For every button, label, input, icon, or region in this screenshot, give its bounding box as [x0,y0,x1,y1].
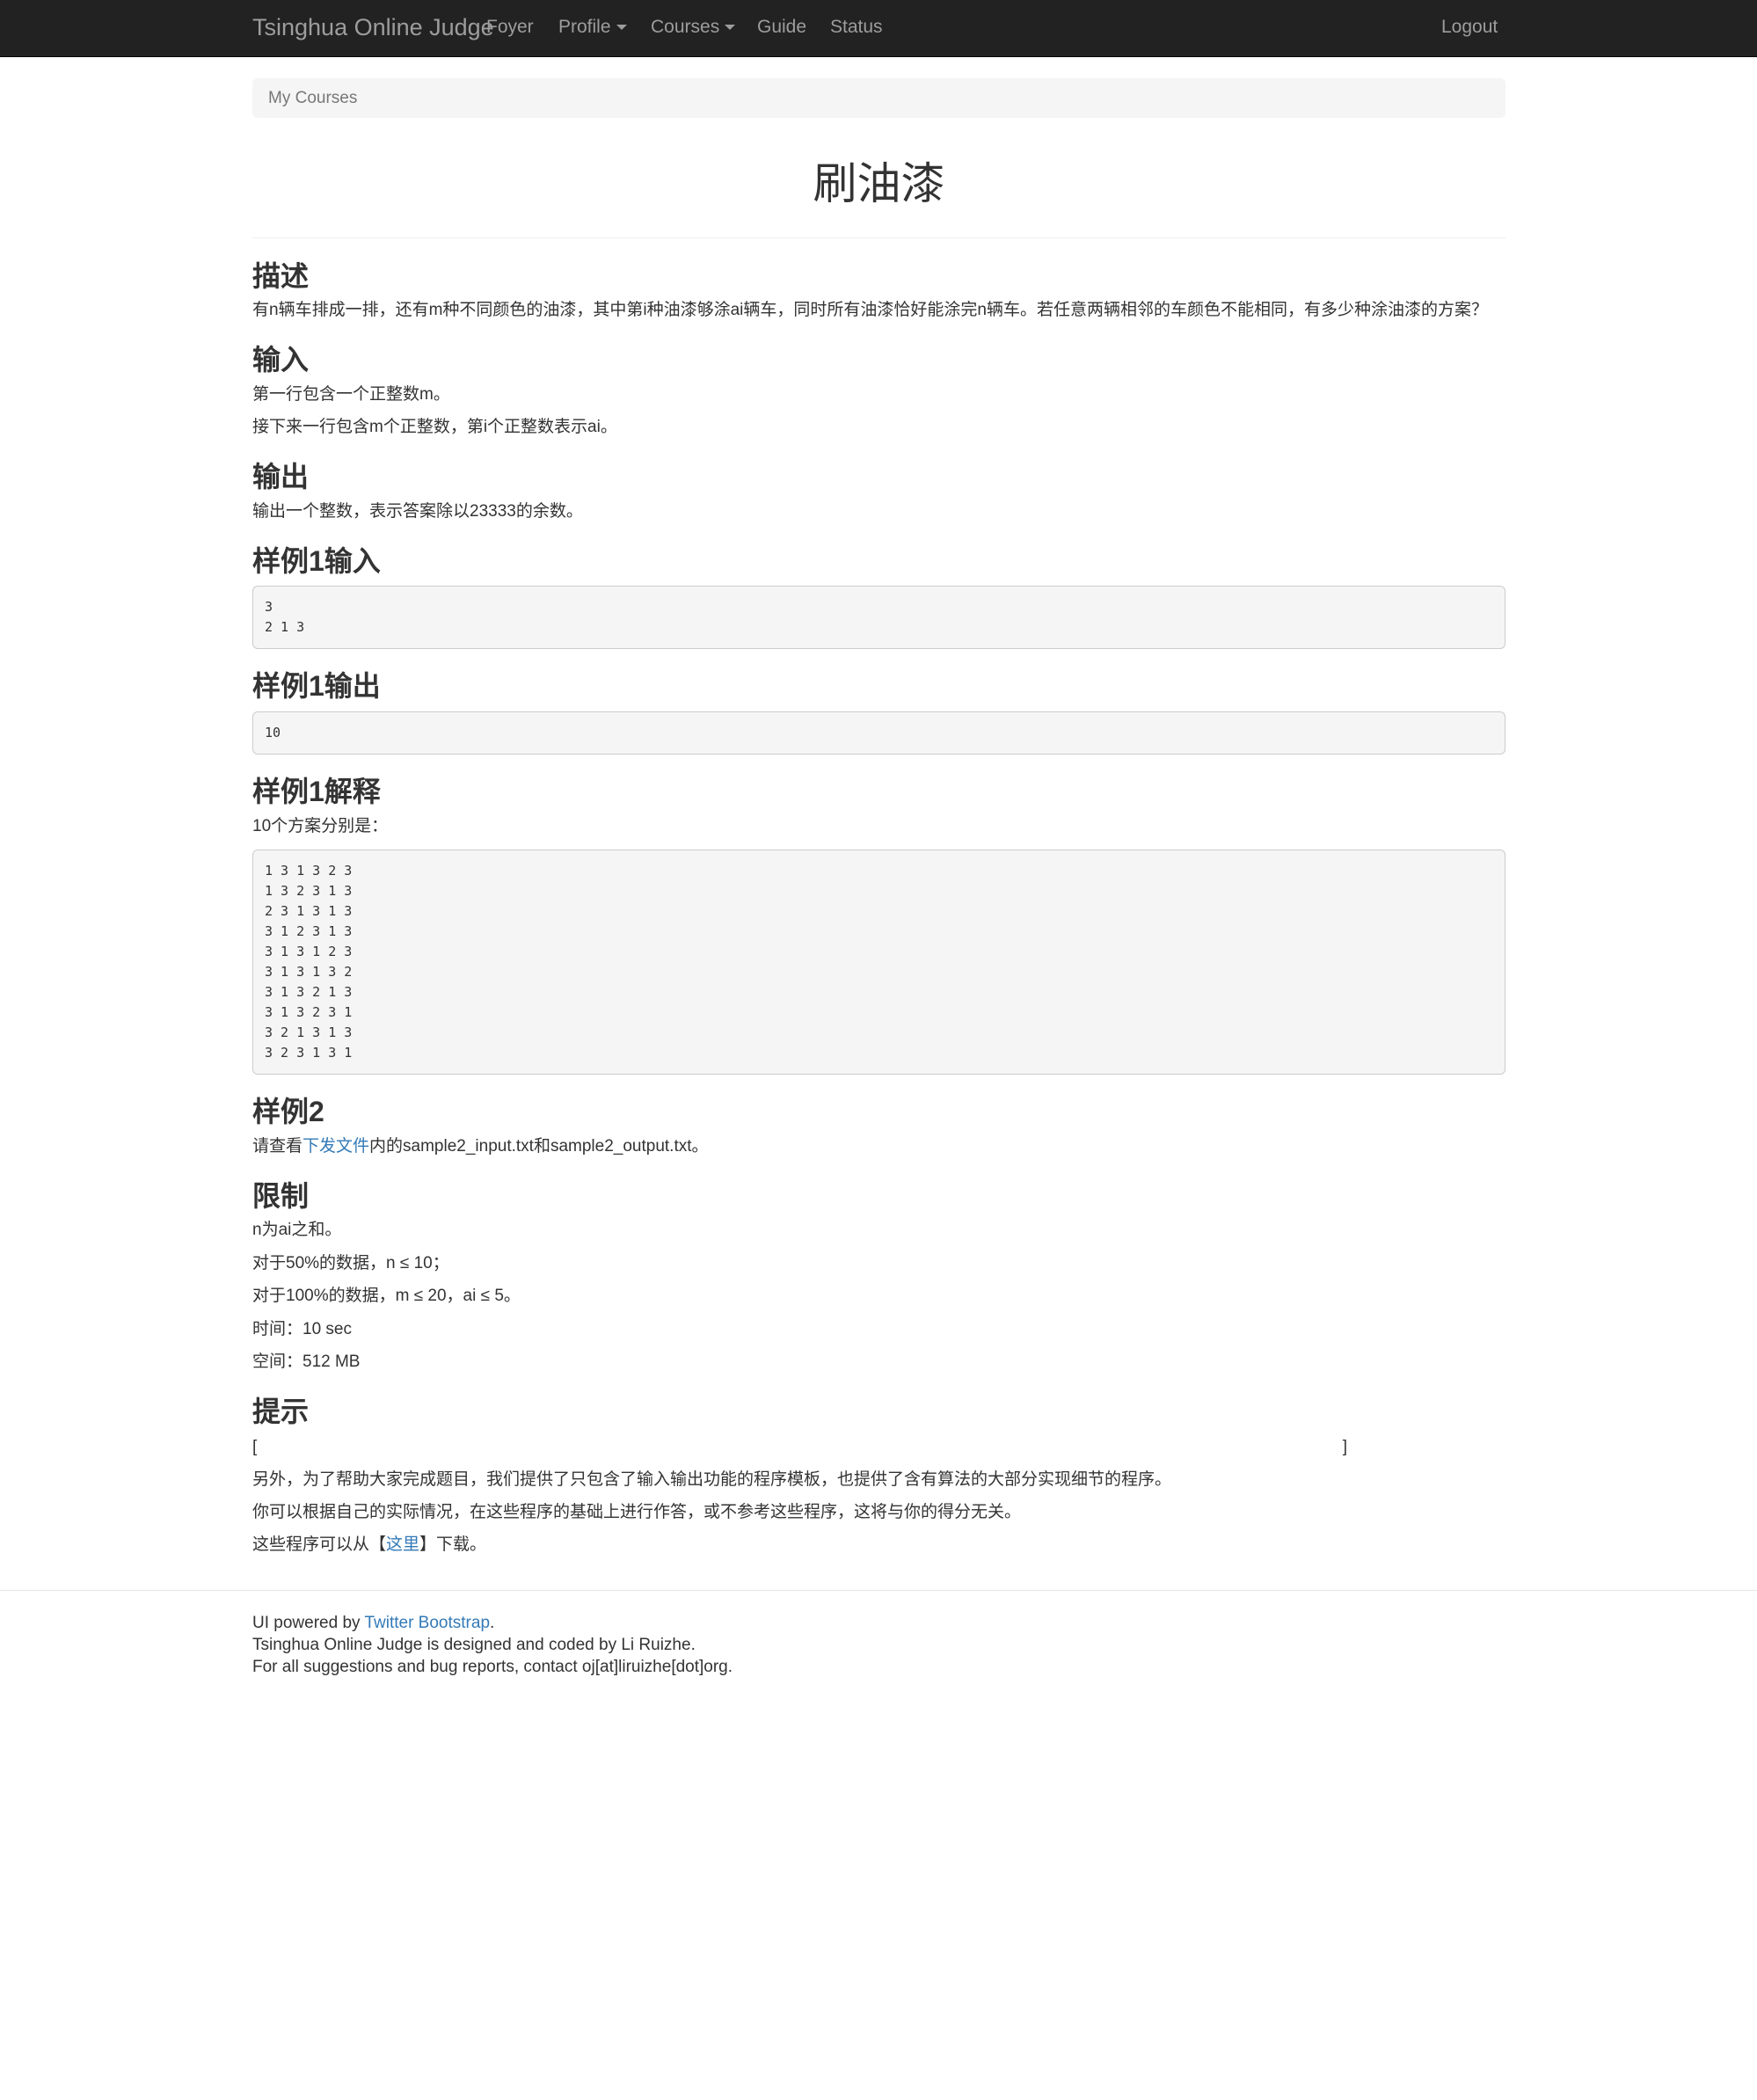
sample2-heading: 样例2 [252,1096,324,1127]
footer-ui-suffix: . [490,1614,495,1632]
nav-courses-label: Courses [651,17,720,37]
sample2-suffix: 内的sample2_input.txt和sample2_output.txt。 [369,1137,709,1156]
input-line-2: 接下来一行包含m个正整数，第i个正整数表示ai。 [252,418,617,436]
page-title: 刷油漆 [813,159,945,208]
hint-download-line: 这些程序可以从【这里】下载。 [252,1533,1505,1557]
brand-link[interactable]: Tsinghua Online Judge [252,0,494,56]
output-heading: 输出 [252,461,310,492]
input-line-1: 第一行包含一个正整数m。 [252,385,450,404]
hint-heading: 提示 [252,1396,310,1427]
title-divider [252,237,1505,238]
sample1-output-heading: 样例1输出 [252,670,381,702]
nav-status[interactable]: Status [830,0,883,55]
footer-divider [0,1590,1757,1591]
hint-bracket-open: [ [252,1438,258,1456]
sample2-prefix: 请查看 [252,1137,303,1156]
navbar: Tsinghua Online Judge Foyer Profile Cour… [0,0,1757,57]
nav-profile[interactable]: Profile [558,0,627,55]
output-text: 输出一个整数，表示答案除以23333的余数。 [252,502,583,521]
breadcrumb-my-courses[interactable]: My Courses [268,78,357,118]
sample1-input-heading: 样例1输入 [252,545,381,577]
hint-line-1: 另外，为了帮助大家完成题目，我们提供了只包含了输入输出功能的程序模板，也提供了含… [252,1470,1172,1489]
nav-courses[interactable]: Courses [651,0,736,55]
nav-foyer[interactable]: Foyer [486,0,534,55]
sample1-output-code: 10 [252,711,1505,755]
logout-link[interactable]: Logout [1441,0,1498,55]
sample1-explain-code: 1 3 1 3 2 3 1 3 2 3 1 3 2 3 1 3 1 3 3 1 … [252,849,1505,1075]
limit-line-1: n为ai之和。 [252,1221,342,1239]
limit-time: 时间：10 sec [252,1320,352,1338]
hint-download-suffix: 】下载。 [419,1535,487,1554]
download-here-link[interactable]: 这里 [386,1535,419,1554]
footer-line-1: UI powered by Twitter Bootstrap. [252,1612,494,1634]
sample1-explain-text: 10个方案分别是： [252,817,389,835]
nav-profile-label: Profile [558,17,611,37]
nav-guide[interactable]: Guide [757,0,806,55]
sample1-input-code: 3 2 1 3 [252,586,1505,649]
sample1-explain-heading: 样例1解释 [252,776,381,807]
hint-line-2: 你可以根据自己的实际情况，在这些程序的基础上进行作答，或不参考这些程序，这将与你… [252,1503,1022,1521]
limit-memory: 空间：512 MB [252,1353,361,1371]
input-heading: 输入 [252,344,310,376]
footer-ui-prefix: UI powered by [252,1614,365,1632]
hint-download-prefix: 这些程序可以从【 [252,1535,387,1554]
description-text: 有n辆车排成一排，还有m种不同颜色的油漆，其中第i种油漆够涂ai辆车，同时所有油… [252,301,1488,319]
limit-line-2: 对于50%的数据，n ≤ 10； [252,1254,449,1272]
download-files-link[interactable]: 下发文件 [303,1137,369,1156]
limit-line-3: 对于100%的数据，m ≤ 20，ai ≤ 5。 [252,1287,521,1305]
footer-line-2: Tsinghua Online Judge is designed and co… [252,1636,696,1654]
sample2-text: 请查看下发文件内的sample2_input.txt和sample2_outpu… [252,1134,1505,1159]
caret-down-icon [616,25,627,31]
hint-bracket-close: ] [1342,1438,1347,1456]
twitter-bootstrap-link[interactable]: Twitter Bootstrap [364,1614,490,1632]
limits-heading: 限制 [252,1180,310,1212]
description-heading: 描述 [252,260,310,292]
breadcrumb: My Courses [252,78,1505,118]
caret-down-icon [725,25,736,31]
footer-line-3: For all suggestions and bug reports, con… [252,1658,733,1676]
hint-bracket-line: [] [252,1435,1347,1460]
